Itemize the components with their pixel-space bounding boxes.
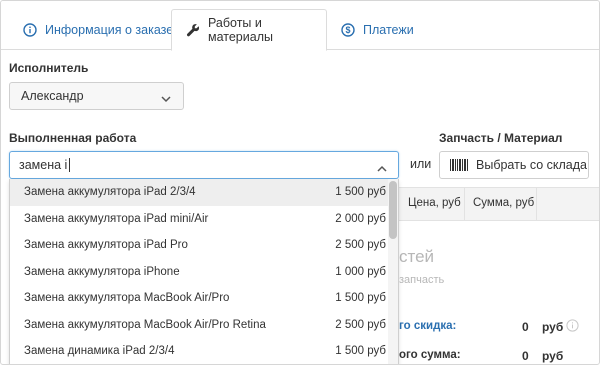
option-price: 1 500 руб [335, 292, 386, 304]
wrench-icon [186, 23, 200, 37]
total-label: ого сумма: [399, 349, 461, 361]
list-item[interactable]: Замена аккумулятора MacBook Air/Pro 1 50… [10, 285, 390, 312]
work-input-value: замена i [19, 158, 68, 172]
discount-currency: руб [542, 320, 564, 334]
text-caret [69, 158, 71, 172]
option-name: Замена аккумулятора MacBook Air/Pro Reti… [24, 318, 266, 331]
tab-label: Платежи [363, 22, 414, 37]
empty-state-title: стей [399, 247, 435, 266]
tab-bar: Информация о заказе Работы и материалы $… [1, 1, 599, 51]
tab-order-info[interactable]: Информация о заказе [23, 9, 173, 50]
column-price: Цена, руб [408, 197, 461, 209]
option-price: 2 000 руб [335, 212, 386, 225]
dollar-circle-icon: $ [341, 22, 355, 37]
total-currency: руб [542, 349, 564, 363]
empty-state-subtitle: запчасть [399, 274, 445, 286]
tab-payments[interactable]: $ Платежи [341, 9, 414, 50]
svg-text:$: $ [345, 25, 350, 35]
discount-value: 0 [522, 320, 529, 334]
list-item[interactable]: Замена динамика iPad 2/3/4 1 500 руб [10, 338, 390, 364]
barcode-icon [450, 159, 468, 171]
executor-select[interactable]: Александр [9, 82, 184, 110]
column-divider [464, 187, 465, 221]
list-item[interactable]: Замена аккумулятора iPad 2/3/4 1 500 руб [10, 179, 390, 206]
option-name: Замена аккумулятора iPhone [24, 265, 180, 278]
list-item[interactable]: Замена аккумулятора iPad mini/Air 2 000 … [10, 206, 390, 233]
chevron-down-icon [161, 92, 171, 106]
option-name: Замена аккумулятора iPad mini/Air [24, 212, 209, 225]
part-label: Запчасть / Материал [439, 131, 563, 145]
stock-button-label: Выбрать со склада [476, 158, 587, 172]
option-name: Замена аккумулятора iPad Pro [24, 239, 188, 251]
work-suggestions-dropdown: Замена аккумулятора iPad 2/3/4 1 500 руб… [9, 179, 399, 364]
work-label: Выполненная работа [9, 131, 137, 145]
scrollbar-thumb[interactable] [389, 181, 397, 239]
dropdown-scrollbar[interactable] [388, 179, 398, 364]
chevron-up-icon[interactable] [377, 161, 387, 175]
option-name: Замена аккумулятора MacBook Air/Pro [24, 292, 230, 304]
option-price: 1 500 руб [335, 186, 386, 198]
option-price: 1 000 руб [335, 265, 386, 278]
column-divider [536, 187, 537, 221]
column-sum: Сумма, руб [473, 197, 535, 209]
option-price: 2 500 руб [335, 318, 386, 331]
info-circle-icon[interactable] [566, 319, 579, 337]
executor-value: Александр [21, 89, 84, 103]
list-item[interactable]: Замена аккумулятора iPad Pro 2 500 руб [10, 232, 390, 259]
tab-works-materials[interactable]: Работы и материалы [171, 9, 327, 51]
discount-label: го скидка: [399, 320, 457, 332]
or-text: или [410, 157, 432, 171]
option-name: Замена аккумулятора iPad 2/3/4 [24, 186, 196, 198]
list-item[interactable]: Замена аккумулятора iPhone 1 000 руб [10, 259, 390, 286]
total-value: 0 [522, 349, 529, 363]
tab-label: Работы и материалы [208, 16, 273, 44]
order-window: Информация о заказе Работы и материалы $… [0, 0, 600, 365]
list-item[interactable]: Замена аккумулятора MacBook Air/Pro Reti… [10, 312, 390, 339]
select-from-stock-button[interactable]: Выбрать со склада [439, 151, 589, 179]
info-circle-icon [23, 22, 37, 37]
executor-label: Исполнитель [9, 61, 89, 75]
work-search-input[interactable]: замена i [9, 151, 399, 179]
tab-label: Информация о заказе [45, 22, 174, 37]
option-price: 1 500 руб [335, 345, 386, 357]
option-name: Замена динамика iPad 2/3/4 [24, 345, 175, 357]
option-price: 2 500 руб [335, 239, 386, 251]
